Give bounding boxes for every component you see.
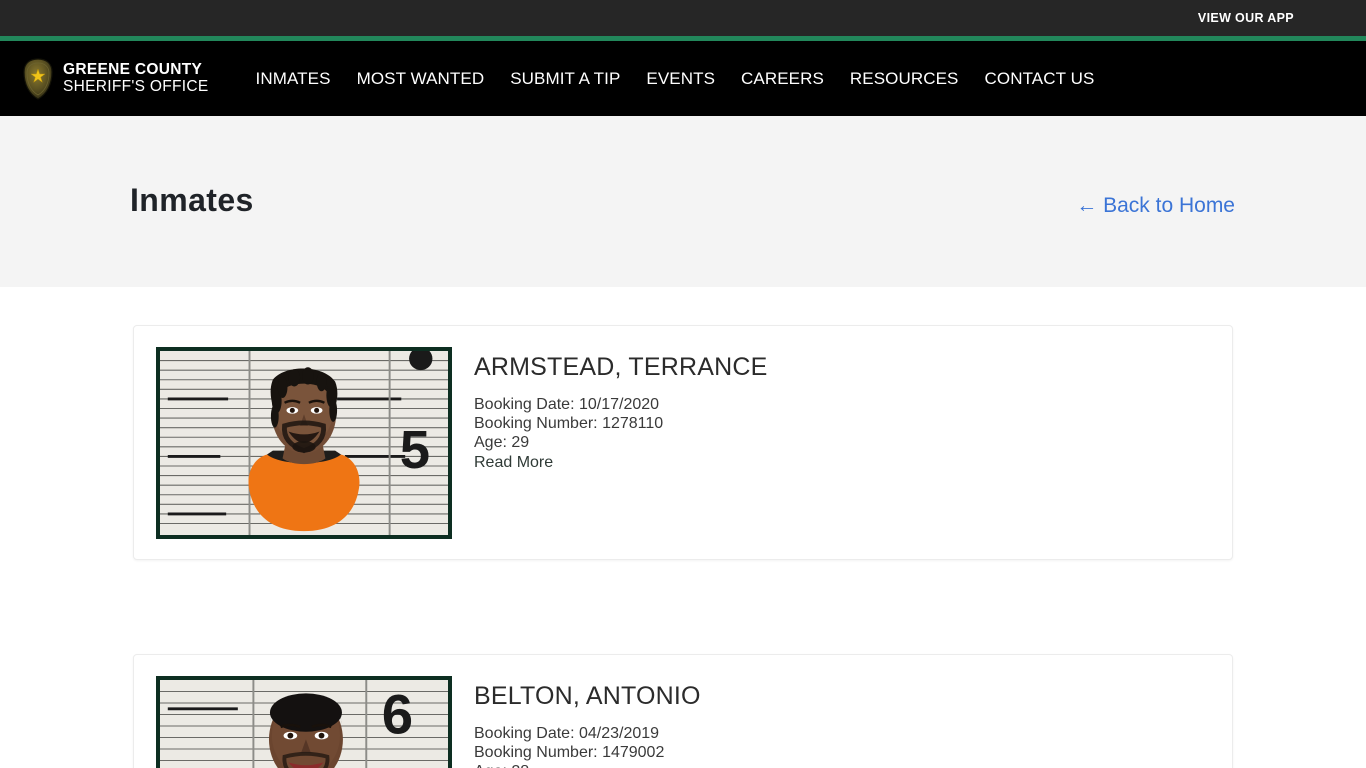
nav-item-events[interactable]: EVENTS — [633, 63, 728, 95]
read-more-link[interactable]: Read More — [474, 453, 553, 472]
inmate-mugshot: 5 — [156, 347, 452, 539]
inmate-details: BELTON, ANTONIO Booking Date: 04/23/2019… — [474, 676, 701, 768]
nav-item-submit-a-tip[interactable]: SUBMIT A TIP — [497, 63, 633, 95]
brand-line-county: GREENE COUNTY — [63, 60, 203, 78]
nav-item-most-wanted[interactable]: MOST WANTED — [344, 63, 498, 95]
brand-text: GREENE COUNTY SHERIFF'S OFFICE — [63, 60, 209, 95]
inmate-mugshot: 6 — [156, 676, 452, 768]
inmate-list-section: 5 ARMSTEAD, TERRANCE Booking Date: 10/17… — [0, 287, 1366, 768]
booking-date: Booking Date: 10/17/2020 — [474, 396, 660, 413]
inmate-meta: Booking Date: 04/23/2019 Booking Number:… — [474, 724, 701, 768]
booking-number: Booking Number: 1278110 — [474, 415, 664, 433]
svg-text:5: 5 — [400, 420, 430, 480]
page-header-band: Inmates ← Back to Home — [0, 116, 1366, 287]
nav-item-careers[interactable]: CAREERS — [728, 63, 837, 95]
site-logo[interactable]: GREENE COUNTY SHERIFF'S OFFICE — [22, 57, 209, 100]
booking-date: Booking Date: 04/23/2019 — [474, 725, 660, 742]
brand-line-office: SHERIFF'S OFFICE — [63, 77, 209, 95]
inmate-details: ARMSTEAD, TERRANCE Booking Date: 10/17/2… — [474, 347, 767, 538]
inmate-name: ARMSTEAD, TERRANCE — [474, 353, 768, 381]
inmate-card[interactable]: 6 BELTON, ANTONIO Booking Date: 04/23/20… — [133, 654, 1233, 768]
nav-links: INMATES MOST WANTED SUBMIT A TIP EVENTS … — [243, 63, 1108, 95]
inmate-age: Age: 29 — [474, 434, 530, 452]
back-to-home-link[interactable]: ← Back to Home — [1076, 194, 1235, 218]
svg-text:6: 6 — [382, 683, 413, 746]
page-title: Inmates — [130, 182, 254, 218]
inmate-name: BELTON, ANTONIO — [474, 682, 701, 710]
view-our-app-link[interactable]: VIEW OUR APP — [1198, 11, 1294, 25]
page-header-inner: Inmates ← Back to Home — [129, 116, 1237, 287]
inmate-meta: Booking Date: 10/17/2020 Booking Number:… — [474, 395, 767, 472]
inmate-age: Age: 28 — [474, 762, 701, 768]
top-utility-bar: VIEW OUR APP — [0, 0, 1366, 36]
inmate-card[interactable]: 5 ARMSTEAD, TERRANCE Booking Date: 10/17… — [133, 325, 1233, 560]
main-navigation: GREENE COUNTY SHERIFF'S OFFICE INMATES M… — [0, 41, 1366, 116]
booking-number: Booking Number: 1479002 — [474, 744, 665, 762]
sheriff-badge-icon — [22, 57, 54, 100]
nav-item-contact-us[interactable]: CONTACT US — [972, 63, 1108, 95]
inmate-list: 5 ARMSTEAD, TERRANCE Booking Date: 10/17… — [133, 325, 1233, 768]
nav-item-inmates[interactable]: INMATES — [243, 63, 344, 95]
nav-item-resources[interactable]: RESOURCES — [837, 63, 972, 95]
